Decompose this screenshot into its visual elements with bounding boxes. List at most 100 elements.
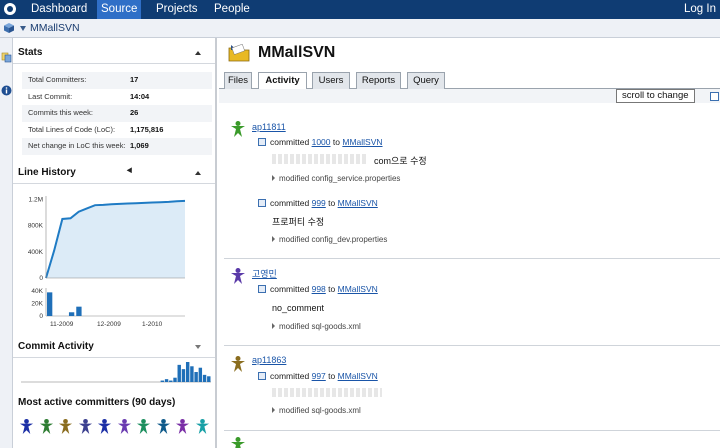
y-tick-label: 0 <box>39 275 43 282</box>
stats-header[interactable]: Stats <box>13 42 215 64</box>
expand-arrow-icon[interactable] <box>272 407 275 413</box>
repo-link[interactable]: MMallSVN <box>338 371 378 381</box>
stat-value: 1,175,816 <box>130 124 164 134</box>
folder-icon <box>228 44 250 62</box>
committer-avatar-icon[interactable] <box>135 418 152 435</box>
stat-value: 1,069 <box>130 141 149 150</box>
bar-y-tick-label: 0 <box>39 313 43 320</box>
committer-avatar-icon[interactable] <box>38 418 55 435</box>
avatar-head <box>63 418 68 424</box>
revision-link[interactable]: 998 <box>312 284 326 294</box>
commit-activity-header[interactable]: Commit Activity <box>13 336 215 358</box>
avatar-body <box>97 423 112 435</box>
commit-line: committed 1000 to MMallSVN <box>258 137 383 147</box>
expand-arrow-icon[interactable] <box>272 323 275 329</box>
entry-divider <box>224 345 720 346</box>
commit-icon <box>258 138 266 146</box>
entry-divider <box>224 258 720 259</box>
commit-icon <box>258 199 266 207</box>
modified-file: modified config_service.properties <box>272 174 400 183</box>
avatar-head <box>82 418 88 424</box>
nav-source[interactable]: Source <box>97 0 142 19</box>
committer-avatar-icon[interactable] <box>77 418 94 435</box>
to-text: to <box>328 371 336 381</box>
committers-header[interactable]: Most active committers (90 days) <box>13 392 215 414</box>
commit-message: 프로퍼티 수정 <box>272 217 325 227</box>
repo-link[interactable]: MMallSVN <box>338 284 378 294</box>
author-link[interactable]: ap11863 <box>252 355 286 365</box>
scroll-to-change-button[interactable]: scroll to change <box>616 89 695 103</box>
activity-bar <box>198 367 203 382</box>
login-link[interactable]: Log In <box>684 0 716 19</box>
tab-query[interactable]: Query <box>407 72 445 89</box>
committed-text: committed <box>270 198 310 208</box>
committer-avatar-icon[interactable] <box>57 418 74 435</box>
nav-dashboard[interactable]: Dashboard <box>27 0 91 19</box>
committers-title: Most active committers (90 days) <box>18 397 176 408</box>
activity-bar <box>202 374 207 382</box>
user-avatar-icon[interactable] <box>229 267 247 285</box>
sidebar: Stats Total Committers: 17 Last Commit: 14… <box>13 38 217 448</box>
tab-users[interactable]: Users <box>312 72 350 89</box>
project-header: MMallSVN <box>0 19 720 38</box>
avatar-body <box>117 423 131 435</box>
author-link[interactable]: 고영민 <box>252 267 277 280</box>
x-tick-label: 12-2009 <box>97 321 121 328</box>
expand-arrow-icon[interactable] <box>272 236 275 242</box>
expand-arrow-icon[interactable] <box>272 175 275 181</box>
to-text: to <box>328 198 336 208</box>
expand-down-icon[interactable] <box>195 345 201 349</box>
repo-link[interactable]: MMallSVN <box>338 198 378 208</box>
files-icon[interactable] <box>1 52 12 63</box>
tab-files[interactable]: Files <box>224 72 252 89</box>
committer-avatar-icon[interactable] <box>194 418 211 435</box>
info-icon[interactable] <box>1 85 12 96</box>
page-title: MMallSVN <box>258 44 336 61</box>
collapse-up-icon[interactable] <box>195 171 201 175</box>
repo-link[interactable]: MMallSVN <box>342 137 382 147</box>
user-avatar-icon[interactable] <box>229 436 247 448</box>
modified-file: modified sql-goods.xml <box>272 322 361 331</box>
bar-y-tick-label: 40K <box>31 288 43 295</box>
committer-avatar-icon[interactable] <box>18 418 35 435</box>
loc-change-bar <box>68 312 75 316</box>
repository-cube-icon <box>4 23 14 33</box>
committer-avatar-icon[interactable] <box>174 418 191 435</box>
commit-icon <box>258 372 266 380</box>
modified-file: modified sql-goods.xml <box>272 406 361 415</box>
activity-feed: ap11811 committed 1000 to MMallSVN com으로… <box>224 104 720 448</box>
project-dropdown-icon[interactable] <box>20 26 26 31</box>
app-logo-icon[interactable] <box>4 3 16 15</box>
modified-file-text: modified sql-goods.xml <box>279 406 361 415</box>
commit-icon <box>258 285 266 293</box>
revision-link[interactable]: 1000 <box>312 137 331 147</box>
collapse-up-icon[interactable] <box>195 51 201 55</box>
committer-avatar-row <box>18 418 214 438</box>
committed-text: committed <box>270 371 310 381</box>
author-link[interactable]: ap11811 <box>252 122 286 132</box>
tab-reports[interactable]: Reports <box>356 72 401 89</box>
stat-value: 26 <box>130 108 139 117</box>
loc-change-bar <box>76 306 82 316</box>
stat-label: Net change in LoC this week: <box>28 141 126 150</box>
committer-avatar-icon[interactable] <box>116 418 133 435</box>
revision-link[interactable]: 997 <box>312 371 326 381</box>
user-avatar-icon[interactable] <box>229 355 247 373</box>
project-name[interactable]: MMallSVN <box>30 22 80 34</box>
committer-avatar-icon[interactable] <box>96 418 113 435</box>
committer-avatar-icon[interactable] <box>155 418 172 435</box>
user-avatar-icon[interactable] <box>229 120 247 138</box>
revision-link[interactable]: 999 <box>312 198 326 208</box>
auto-refresh-checkbox[interactable] <box>710 92 719 101</box>
nav-projects[interactable]: Projects <box>152 0 202 19</box>
nav-people[interactable]: People <box>210 0 254 19</box>
tab-activity[interactable]: Activity <box>258 72 307 90</box>
line-history-title: Line History <box>18 167 76 178</box>
stat-label: Commits this week: <box>28 108 94 117</box>
redacted-text <box>272 154 368 164</box>
avatar-body <box>78 423 92 435</box>
avatar-head <box>180 418 185 424</box>
line-history-header[interactable]: Line History <box>13 162 215 184</box>
avatar-body <box>195 423 209 435</box>
activity-bar <box>164 379 169 382</box>
